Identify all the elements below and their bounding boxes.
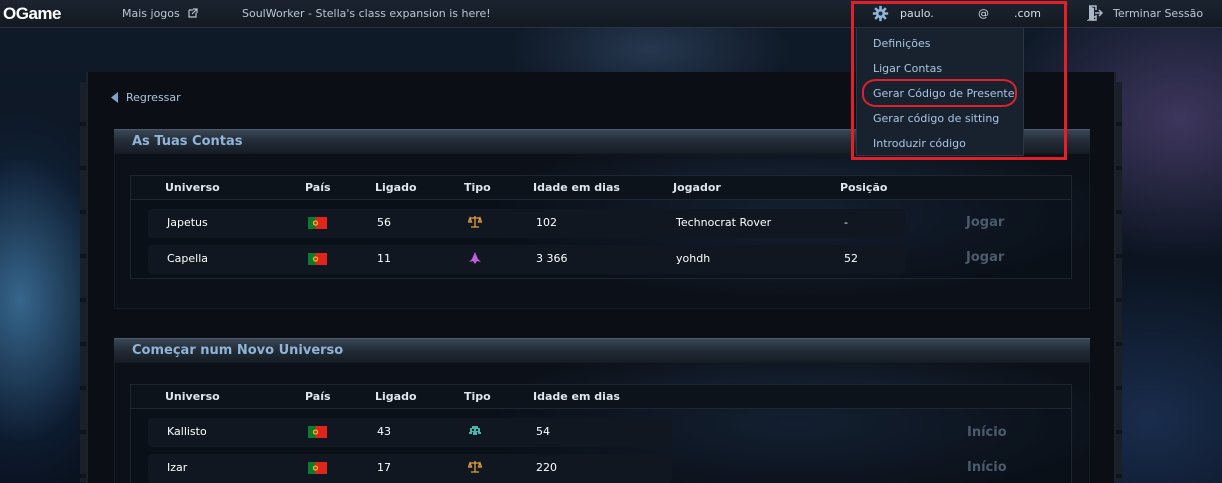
player-name: yohdh: [676, 252, 711, 265]
universe-name: Izar: [167, 461, 188, 474]
col-universe: Universo: [165, 390, 220, 403]
online-count: 56: [377, 216, 391, 229]
external-link-icon: [188, 8, 198, 18]
logout-link[interactable]: Terminar Sessão: [1113, 7, 1203, 20]
ship-icon: [469, 252, 481, 264]
col-universe: Universo: [165, 181, 220, 194]
new-universe-section-header: Começar num Novo Universo: [114, 338, 1090, 362]
balance-icon: [468, 216, 482, 228]
more-games-label: Mais jogos: [122, 7, 180, 20]
table-row[interactable]: Izar 17 220: [148, 454, 672, 483]
menu-item-generate-gift-code[interactable]: Gerar Código de Presente: [873, 87, 1015, 100]
universe-name: Capella: [167, 252, 209, 265]
col-type: Tipo: [464, 181, 491, 194]
col-age: Idade em dias: [533, 390, 620, 403]
col-player: Jogador: [673, 181, 721, 194]
online-count: 17: [377, 461, 391, 474]
accounts-section-title: As Tuas Contas: [132, 134, 243, 149]
new-universe-section-title: Começar num Novo Universo: [132, 343, 344, 358]
universe-name: Kallisto: [167, 425, 207, 438]
col-position: Posição: [840, 181, 888, 194]
portugal-flag-icon: [308, 462, 327, 474]
play-button[interactable]: Jogar: [966, 250, 1004, 265]
ogame-logo[interactable]: OGame: [3, 4, 61, 24]
news-link[interactable]: SoulWorker - Stella's class expansion is…: [242, 7, 491, 20]
portugal-flag-icon: [308, 426, 327, 438]
table-row[interactable]: Kallisto 43 54: [148, 418, 672, 447]
play-button[interactable]: Jogar: [966, 215, 1004, 230]
menu-item-link-accounts[interactable]: Ligar Contas: [873, 62, 942, 75]
age-days: 3 366: [536, 252, 568, 265]
top-bar: OGame Mais jogos SoulWorker - Stella's c…: [0, 0, 1222, 28]
portugal-flag-icon: [308, 217, 327, 229]
menu-item-settings[interactable]: Definições: [873, 37, 930, 50]
back-label: Regressar: [126, 91, 181, 104]
position: 52: [844, 252, 858, 265]
table-row[interactable]: Japetus 56 102 Technocrat Rover -: [148, 209, 905, 238]
back-arrow-icon: [111, 92, 118, 103]
user-email-domain: .com: [1014, 7, 1041, 20]
col-online: Ligado: [375, 181, 417, 194]
portugal-flag-icon: [308, 253, 327, 265]
start-button[interactable]: Início: [967, 425, 1007, 440]
online-count: 11: [377, 252, 391, 265]
user-name: paulo.: [900, 7, 934, 20]
user-dropdown-menu: Definições Ligar Contas Gerar Código de …: [856, 28, 1024, 156]
menu-item-enter-code[interactable]: Introduzir código: [873, 137, 966, 150]
col-age: Idade em dias: [533, 181, 620, 194]
player-name: Technocrat Rover: [676, 216, 772, 229]
new-universe-table-header: Universo País Ligado Tipo Idade em dias: [131, 385, 1071, 409]
menu-item-generate-sitting-code[interactable]: Gerar código de sitting: [873, 112, 999, 125]
col-country: País: [305, 390, 331, 403]
gear-icon: [872, 5, 889, 22]
start-button[interactable]: Início: [967, 460, 1007, 475]
universe-name: Japetus: [167, 216, 208, 229]
logout-icon[interactable]: [1087, 5, 1103, 21]
balance-icon: [468, 461, 482, 473]
age-days: 54: [536, 425, 550, 438]
age-days: 220: [536, 461, 557, 474]
online-count: 43: [377, 425, 391, 438]
more-games-link[interactable]: Mais jogos: [122, 7, 198, 20]
table-row[interactable]: Capella 11 3 366 yohdh 52: [148, 245, 905, 274]
accounts-table-header: Universo País Ligado Tipo Idade em dias …: [131, 176, 1071, 200]
invader-icon: [469, 426, 481, 435]
age-days: 102: [536, 216, 557, 229]
position: -: [844, 216, 848, 229]
user-email-at: @: [978, 7, 989, 20]
col-online: Ligado: [375, 390, 417, 403]
col-type: Tipo: [464, 390, 491, 403]
col-country: País: [305, 181, 331, 194]
